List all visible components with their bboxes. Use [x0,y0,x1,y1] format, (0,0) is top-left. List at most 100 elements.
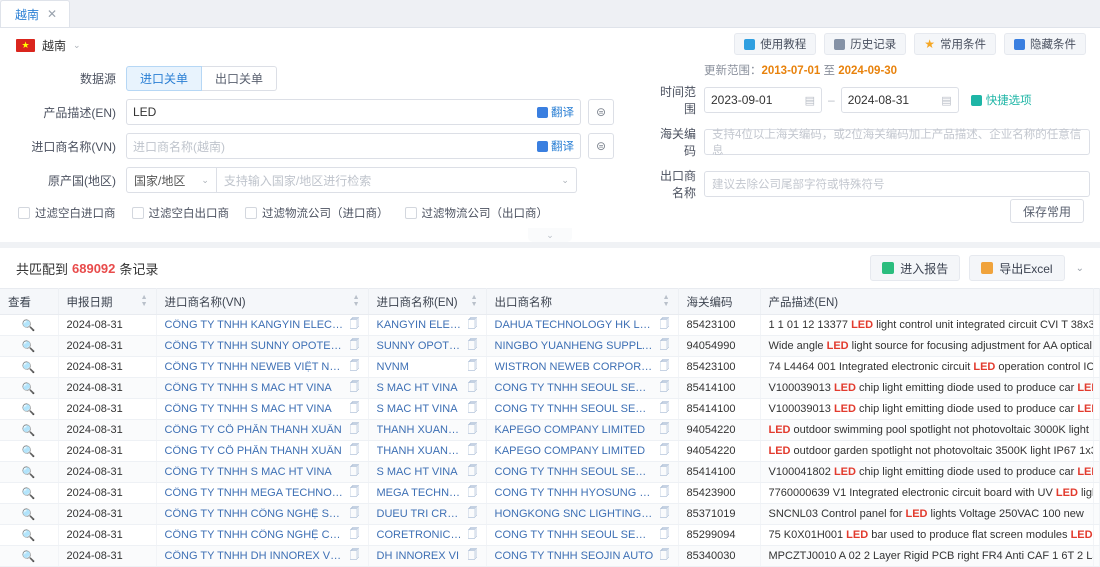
save-favorite-button[interactable]: 保存常用 [1009,199,1084,223]
importer-en-name[interactable]: THANH XUAN JS [377,424,462,436]
collapse-panel-handle[interactable]: ⌄ [0,228,1100,242]
row-importer-vn-cell[interactable]: CÔNG TY TNHH NEWEB VIỆT NAM 🗍 [156,356,369,378]
search-icon[interactable]: 🔍 [22,341,36,353]
copy-icon[interactable]: 🗍 [350,506,360,523]
copy-icon[interactable]: 🗍 [660,527,670,544]
hide-conditions-button[interactable]: 隐藏条件 [1004,33,1086,55]
table-row[interactable]: 🔍 2024-08-31 CÔNG TY TNHH NEWEB VIỆT NAM 🗍 N… [0,356,1100,378]
row-importer-en-cell[interactable]: THANH XUAN JS 🗍 [368,419,487,441]
copy-icon[interactable]: 🗍 [660,338,670,355]
table-row[interactable]: 🔍 2024-08-31 CÔNG TY TNHH S MAC HT VINA 🗍 S … [0,398,1100,420]
copy-icon[interactable]: 🗍 [660,401,670,418]
copy-icon[interactable]: 🗍 [468,464,478,481]
copy-icon[interactable]: 🗍 [468,527,478,544]
filter-empty-importer-checkbox[interactable]: 过滤空白进口商 [18,205,116,221]
sort-icon[interactable]: ▲ ▼ [663,294,670,308]
row-importer-vn-cell[interactable]: CÔNG TY TNHH KANGYIN ELECTRONIC T 🗍 [156,314,369,336]
row-exporter-cell[interactable]: CONG TY TNHH SEOUL SEMICONDUCTO 🗍 [486,461,679,483]
close-icon[interactable]: ✕ [47,7,57,21]
importer-en-name[interactable]: S MAC HT VINA [377,466,458,478]
row-view-cell[interactable]: 🔍 [0,524,59,546]
table-row[interactable]: 🔍 2024-08-31 CÔNG TY TNHH KANGYIN ELECTRON… [0,314,1100,336]
table-row[interactable]: 🔍 2024-08-31 CÔNG TY TNHH S MAC HT VINA 🗍 S … [0,377,1100,399]
copy-icon[interactable]: 🗍 [660,485,670,502]
tutorial-button[interactable]: 使用教程 [734,33,817,55]
importer-en-name[interactable]: S MAC HT VINA [377,382,458,394]
row-exporter-cell[interactable]: HONGKONG SNC LIGHTING CO LIMITED 🗍 [486,503,679,525]
exporter-name[interactable]: CONG TY TNHH HYOSUNG FINANCIAL S [495,487,654,499]
export-excel-button[interactable]: 导出Excel [969,255,1065,281]
product-desc-advanced-button[interactable]: ⊜ [588,99,614,125]
row-importer-en-cell[interactable]: S MAC HT VINA 🗍 [368,398,487,420]
copy-icon[interactable]: 🗍 [660,422,670,439]
row-view-cell[interactable]: 🔍 [0,461,59,483]
quick-options-button[interactable]: 快捷选项 [970,92,1032,108]
filter-logistics-exporter-checkbox[interactable]: 过滤物流公司（出口商） [404,205,548,221]
row-importer-en-cell[interactable]: CORETRONIC TE 🗍 [368,524,487,546]
search-icon[interactable]: 🔍 [22,446,36,458]
filter-logistics-importer-checkbox[interactable]: 过滤物流公司（进口商） [245,205,389,221]
copy-icon[interactable]: 🗍 [350,485,360,502]
copy-icon[interactable]: 🗍 [468,506,478,523]
copy-icon[interactable]: 🗍 [350,464,360,481]
row-importer-en-cell[interactable]: SUNNY OPOTEC 🗍 [368,335,487,357]
search-icon[interactable]: 🔍 [22,530,36,542]
copy-icon[interactable]: 🗍 [350,422,360,439]
exporter-name[interactable]: CONG TY TNHH SEOUL SEMICONDUCTO [495,382,654,394]
importer-vn-name[interactable]: CÔNG TY TNHH S MAC HT VINA [165,382,332,394]
row-view-cell[interactable]: 🔍 [0,545,59,567]
row-importer-en-cell[interactable]: THANH XUAN JS 🗍 [368,440,487,462]
hs-code-input[interactable]: 支持4位以上海关编码，或2位海关编码加上产品描述、企业名称的任意信息 [704,129,1090,157]
search-icon[interactable]: 🔍 [22,425,36,437]
row-importer-en-cell[interactable]: S MAC HT VINA 🗍 [368,461,487,483]
column-header-2[interactable]: 进口商名称(VN) ▲ ▼ [156,288,369,315]
row-importer-en-cell[interactable]: DH INNOREX VI 🗍 [368,545,487,567]
favorites-button[interactable]: ★ 常用条件 [914,33,996,55]
row-importer-vn-cell[interactable]: CÔNG TY TNHH CÔNG NGHỆ CORETRO 🗍 [156,524,369,546]
exporter-name[interactable]: NINGBO YUANHENG SUPPLY CHAIN MA [495,340,654,352]
row-view-cell[interactable]: 🔍 [0,314,59,336]
table-row[interactable]: 🔍 2024-08-31 CÔNG TY CỔ PHẦN THANH XUÂN 🗍 TH… [0,440,1100,462]
filter-empty-exporter-checkbox[interactable]: 过滤空白出口商 [131,205,229,221]
search-icon[interactable]: 🔍 [22,509,36,521]
exporter-name[interactable]: CONG TY TNHH SEOJIN AUTO [495,550,654,562]
exporter-name[interactable]: DAHUA TECHNOLOGY HK LIMITED [495,319,654,331]
datasource-export-option[interactable]: 出口关单 [202,66,278,91]
search-icon[interactable]: 🔍 [22,488,36,500]
row-importer-en-cell[interactable]: NVNM 🗍 [368,356,487,378]
copy-icon[interactable]: 🗍 [350,548,360,565]
copy-icon[interactable]: 🗍 [350,527,360,544]
row-exporter-cell[interactable]: KAPEGO COMPANY LIMITED 🗍 [486,440,679,462]
row-importer-en-cell[interactable]: DUEU TRI CREAT 🗍 [368,503,487,525]
copy-icon[interactable]: 🗍 [660,464,670,481]
row-exporter-cell[interactable]: DAHUA TECHNOLOGY HK LIMITED 🗍 [486,314,679,336]
copy-icon[interactable]: 🗍 [468,443,478,460]
row-exporter-cell[interactable]: NINGBO YUANHENG SUPPLY CHAIN MA 🗍 [486,335,679,357]
search-icon[interactable]: 🔍 [22,404,36,416]
importer-en-name[interactable]: S MAC HT VINA [377,403,458,415]
importer-vn-name[interactable]: CÔNG TY CỔ PHẦN THANH XUÂN [165,424,342,436]
copy-icon[interactable]: 🗍 [660,359,670,376]
row-view-cell[interactable]: 🔍 [0,419,59,441]
table-row[interactable]: 🔍 2024-08-31 CÔNG TY TNHH MEGA TECHNOLOGY … [0,482,1100,504]
table-row[interactable]: 🔍 2024-08-31 CÔNG TY TNHH CÔNG NGHỆ CORETR… [0,524,1100,546]
exporter-name[interactable]: CONG TY TNHH SEOUL SEMICONDUCTO [495,403,654,415]
sort-icon[interactable]: ▲ ▼ [353,294,360,308]
row-exporter-cell[interactable]: KAPEGO COMPANY LIMITED 🗍 [486,419,679,441]
copy-icon[interactable]: 🗍 [350,359,360,376]
table-row[interactable]: 🔍 2024-08-31 CÔNG TY TNHH SUNNY OPOTECH VI… [0,335,1100,357]
row-view-cell[interactable]: 🔍 [0,482,59,504]
importer-vn-name[interactable]: CÔNG TY CỔ PHẦN THANH XUÂN [165,445,342,457]
tab-vietnam[interactable]: 越南 ✕ [0,0,71,27]
copy-icon[interactable]: 🗍 [468,317,478,334]
importer-en-name[interactable]: DH INNOREX VI [377,550,460,562]
row-importer-vn-cell[interactable]: CÔNG TY TNHH CÔNG NGHỆ SÁNG TẠO 🗍 [156,503,369,525]
row-importer-en-cell[interactable]: MEGA TECHNOL 🗍 [368,482,487,504]
importer-vn-name[interactable]: CÔNG TY TNHH KANGYIN ELECTRONIC T [165,319,344,331]
copy-icon[interactable]: 🗍 [468,485,478,502]
copy-icon[interactable]: 🗍 [350,401,360,418]
row-view-cell[interactable]: 🔍 [0,503,59,525]
sort-icon[interactable]: ▲ ▼ [471,294,478,308]
importer-vn-name[interactable]: CÔNG TY TNHH S MAC HT VINA [165,403,332,415]
importer-vn-name[interactable]: CÔNG TY TNHH SUNNY OPOTECH VIỆT [165,340,344,352]
